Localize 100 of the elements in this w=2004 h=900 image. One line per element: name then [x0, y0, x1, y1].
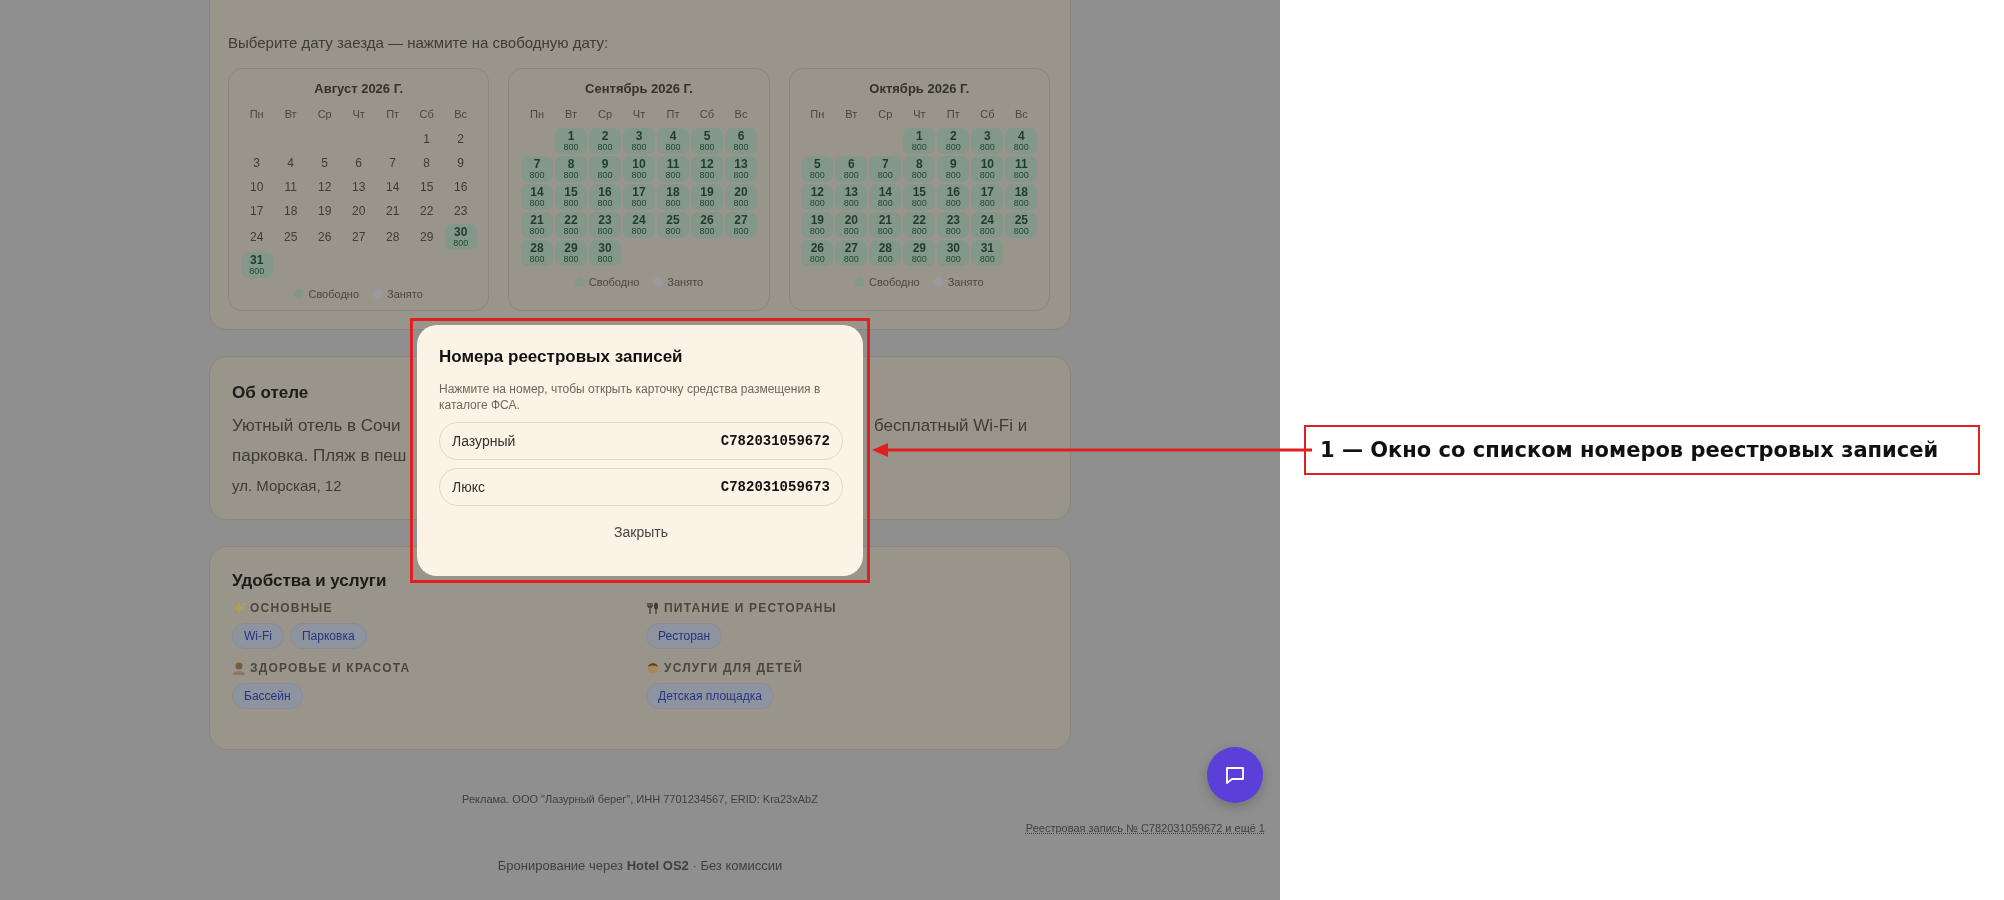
weekday-label: Ср — [596, 108, 613, 122]
weekday-label: Чт — [631, 108, 647, 122]
available-day[interactable]: 28 800 — [869, 240, 902, 266]
available-day[interactable]: 22 800 — [555, 212, 587, 238]
available-day[interactable]: 22 800 — [903, 212, 936, 238]
available-day[interactable]: 18 800 — [657, 184, 689, 210]
person-icon — [232, 661, 246, 675]
available-day[interactable]: 3 800 — [971, 128, 1004, 154]
weekday-label: Чт — [351, 108, 366, 122]
child-icon — [646, 661, 660, 675]
available-day[interactable]: 14 800 — [521, 184, 553, 210]
day-cell-text: 29 — [418, 229, 435, 246]
weekday-label: Пт — [385, 108, 401, 122]
available-day[interactable]: 11 800 — [1005, 156, 1038, 182]
available-day[interactable]: 4 800 — [657, 128, 689, 154]
available-day[interactable]: 3 800 — [623, 128, 655, 154]
weekday-label: Сб — [979, 108, 996, 122]
day-cell-text: 8 — [422, 155, 431, 172]
day-cell-text: 14 — [384, 179, 401, 196]
available-day[interactable]: 8 800 — [903, 156, 936, 182]
day-cell-text: 24 — [248, 229, 265, 246]
available-day[interactable]: 30 800 — [444, 224, 477, 250]
available-day[interactable]: 30 800 — [589, 240, 621, 266]
available-day[interactable]: 20 800 — [835, 212, 868, 238]
available-day[interactable]: 15 800 — [903, 184, 936, 210]
weekday-label: Вс — [453, 108, 469, 122]
available-day[interactable]: 27 800 — [835, 240, 868, 266]
weekday-label: Вт — [844, 108, 859, 122]
available-day[interactable]: 12 800 — [801, 184, 834, 210]
available-day[interactable]: 10 800 — [623, 156, 655, 182]
category-heading: ЗДОРОВЬЕ И КРАСОТА — [250, 661, 411, 675]
registry-record[interactable]: Люкс C782031059673 — [439, 468, 843, 506]
available-day[interactable]: 9 800 — [589, 156, 621, 182]
available-day[interactable]: 9 800 — [937, 156, 970, 182]
available-day[interactable]: 19 800 — [691, 184, 723, 210]
available-day[interactable]: 5 800 — [801, 156, 834, 182]
day-cell-text: 27 — [350, 229, 367, 246]
month-title: Октябрь 2026 Г. — [869, 81, 970, 96]
available-day[interactable]: 7 800 — [869, 156, 902, 182]
amenity-tag: Ресторан — [646, 623, 723, 649]
chat-button[interactable] — [1207, 747, 1263, 803]
day-cell-text: 13 — [350, 179, 367, 196]
available-day[interactable]: 16 800 — [937, 184, 970, 210]
available-day[interactable]: 14 800 — [869, 184, 902, 210]
available-day[interactable]: 27 800 — [725, 212, 757, 238]
available-day[interactable]: 29 800 — [555, 240, 587, 266]
available-day[interactable]: 28 800 — [521, 240, 553, 266]
available-day[interactable]: 19 800 — [801, 212, 834, 238]
weekday-label: Вт — [283, 108, 298, 122]
weekday-label: Сб — [418, 108, 435, 122]
available-day[interactable]: 26 800 — [691, 212, 723, 238]
available-day[interactable]: 31 800 — [971, 240, 1004, 266]
available-day[interactable]: 25 800 — [657, 212, 689, 238]
available-day[interactable]: 11 800 — [657, 156, 689, 182]
available-day[interactable]: 23 800 — [937, 212, 970, 238]
prompt-text: Выберите дату заезда — нажмите на свободную дату: — [228, 34, 610, 51]
day-cell-text: 20 — [350, 203, 367, 220]
available-day[interactable]: 26 800 — [801, 240, 834, 266]
available-day[interactable]: 25 800 — [1005, 212, 1038, 238]
available-day[interactable]: 4 800 — [1005, 128, 1038, 154]
available-day[interactable]: 2 800 — [937, 128, 970, 154]
available-day[interactable]: 6 800 — [835, 156, 868, 182]
available-day[interactable]: 6 800 — [725, 128, 757, 154]
description-text: парковка. Пляж в пеш — [232, 445, 407, 467]
available-day[interactable]: 15 800 — [555, 184, 587, 210]
available-day[interactable]: 10 800 — [971, 156, 1004, 182]
category-heading: УСЛУГИ ДЛЯ ДЕТЕЙ — [664, 661, 804, 675]
registry-link[interactable]: Реестровая запись № C782031059672 и ещё 1 — [1025, 822, 1265, 834]
available-day[interactable]: 24 800 — [971, 212, 1004, 238]
available-day[interactable]: 12 800 — [691, 156, 723, 182]
available-day[interactable]: 1 800 — [555, 128, 587, 154]
fork-knife-icon — [646, 601, 660, 615]
close-button[interactable]: Закрыть — [606, 520, 676, 544]
day-cell-text: 3 — [252, 155, 261, 172]
day-cell-text: 4 — [286, 155, 295, 172]
registry-record[interactable]: Лазурный C782031059672 — [439, 422, 843, 460]
available-day[interactable]: 13 800 — [835, 184, 868, 210]
available-day[interactable]: 23 800 — [589, 212, 621, 238]
available-day[interactable]: 5 800 — [691, 128, 723, 154]
available-day[interactable]: 2 800 — [589, 128, 621, 154]
available-day[interactable]: 24 800 — [623, 212, 655, 238]
available-day[interactable]: 8 800 — [555, 156, 587, 182]
day-cell-text: 23 — [452, 203, 469, 220]
weekday-label: Ср — [877, 108, 894, 122]
day-cell-text: 26 — [316, 229, 333, 246]
available-day[interactable]: 17 800 — [971, 184, 1004, 210]
available-day[interactable]: 13 800 — [725, 156, 757, 182]
available-day[interactable]: 21 800 — [869, 212, 902, 238]
available-day[interactable]: 20 800 — [725, 184, 757, 210]
available-day[interactable]: 1 800 — [903, 128, 936, 154]
available-day[interactable]: 21 800 — [521, 212, 553, 238]
legend-label: Занято — [947, 276, 984, 288]
available-day[interactable]: 17 800 — [623, 184, 655, 210]
available-day[interactable]: 31 800 — [240, 252, 273, 278]
available-day[interactable]: 7 800 — [521, 156, 553, 182]
available-day[interactable]: 29 800 — [903, 240, 936, 266]
available-day[interactable]: 16 800 — [589, 184, 621, 210]
available-day[interactable]: 30 800 — [937, 240, 970, 266]
available-day[interactable]: 18 800 — [1005, 184, 1038, 210]
weekday-label: Пн — [809, 108, 826, 122]
